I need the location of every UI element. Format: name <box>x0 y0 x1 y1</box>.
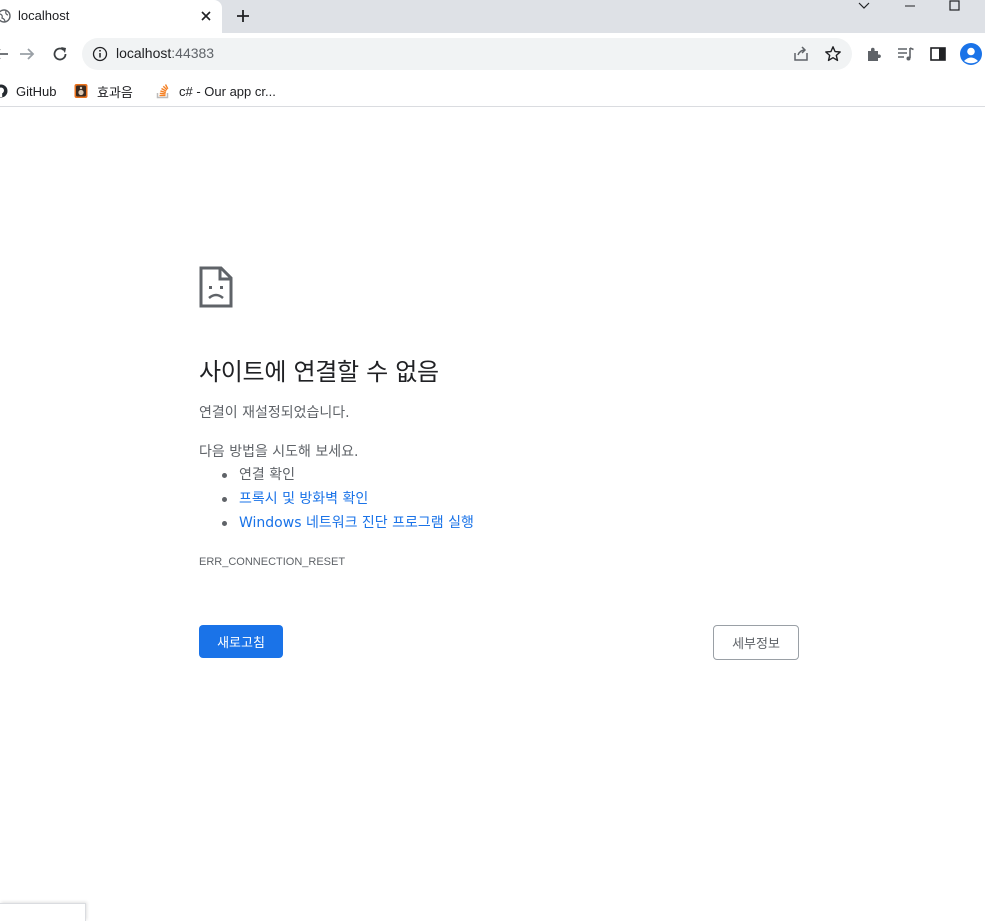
bookmarks-bar: GitHub 효과음 c# - Our app cr... <box>0 76 985 107</box>
speaker-icon <box>74 84 88 98</box>
minimize-icon[interactable] <box>902 0 918 12</box>
stackoverflow-icon <box>156 84 169 99</box>
maximize-icon[interactable] <box>946 0 962 12</box>
extensions-icon[interactable] <box>865 45 883 63</box>
sad-page-icon <box>199 266 233 308</box>
error-title: 사이트에 연결할 수 없음 <box>199 358 439 386</box>
check-proxy-link[interactable]: 프록시 및 방화벽 확인 <box>239 491 368 507</box>
bookmark-github[interactable]: GitHub <box>0 81 56 101</box>
tab-title: localhost <box>18 8 70 23</box>
info-icon[interactable] <box>92 46 108 62</box>
new-tab-icon[interactable] <box>235 8 251 24</box>
error-code: ERR_CONNECTION_RESET <box>199 556 346 568</box>
corner-popup <box>0 903 86 921</box>
reload-icon[interactable] <box>51 45 69 63</box>
url-port: :44383 <box>171 45 215 61</box>
suggestion-check-proxy: 프록시 및 방화벽 확인 <box>219 489 474 513</box>
bookmark-sound-effects[interactable]: 효과음 <box>73 81 133 101</box>
tab-strip: localhost <box>0 0 985 33</box>
back-icon[interactable] <box>0 45 10 63</box>
share-icon[interactable] <box>792 45 810 63</box>
globe-icon <box>0 9 11 23</box>
suggestion-run-diagnostics: Windows 네트워크 진단 프로그램 실행 <box>219 513 474 537</box>
error-description: 연결이 재설정되었습니다. <box>199 405 350 421</box>
suggestions-list: 연결 확인 프록시 및 방화벽 확인 Windows 네트워크 진단 프로그램 … <box>219 465 474 537</box>
profile-avatar-icon[interactable] <box>959 42 983 66</box>
details-button[interactable]: 세부정보 <box>713 625 799 660</box>
chevron-down-icon[interactable] <box>856 0 872 12</box>
reload-button[interactable]: 새로고침 <box>199 625 283 658</box>
suggestions-heading: 다음 방법을 시도해 보세요. <box>199 444 359 460</box>
close-icon[interactable] <box>198 8 214 24</box>
bookmark-label: GitHub <box>16 83 57 99</box>
tab-localhost[interactable]: localhost <box>0 0 222 33</box>
url-host: localhost <box>116 45 172 61</box>
url-text[interactable]: localhost:44383 <box>116 45 214 61</box>
media-control-icon[interactable] <box>897 45 915 63</box>
bookmark-label: c# - Our app cr... <box>179 83 276 99</box>
star-icon[interactable] <box>824 45 842 63</box>
github-icon <box>0 84 8 98</box>
bookmark-label: 효과음 <box>97 84 133 100</box>
run-diagnostics-link[interactable]: Windows 네트워크 진단 프로그램 실행 <box>239 515 474 531</box>
browser-toolbar: localhost:44383 <box>0 33 985 76</box>
address-bar[interactable]: localhost:44383 <box>82 38 852 70</box>
side-panel-icon[interactable] <box>929 45 947 63</box>
suggestion-check-connection: 연결 확인 <box>219 465 474 489</box>
forward-icon[interactable] <box>18 45 36 63</box>
bookmark-stackoverflow[interactable]: c# - Our app cr... <box>155 81 276 101</box>
